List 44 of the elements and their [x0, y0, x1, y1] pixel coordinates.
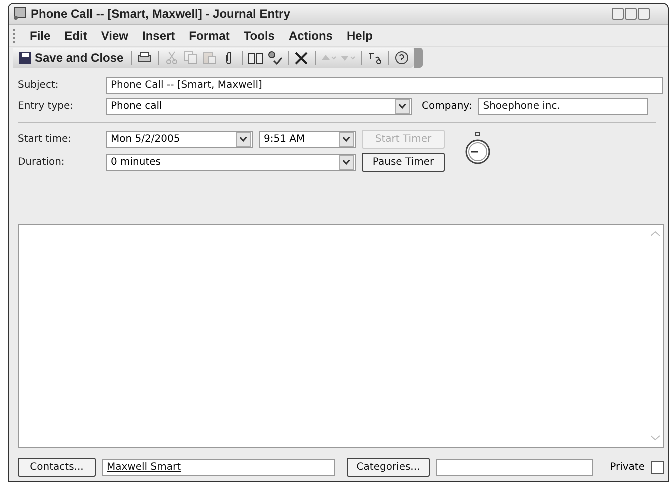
close-button[interactable]	[638, 8, 650, 20]
dropdown-button[interactable]	[339, 132, 354, 147]
chevron-down-icon	[343, 160, 350, 165]
menu-item[interactable]: Format	[182, 26, 237, 45]
field-label: Start time:	[18, 134, 73, 145]
menu-item[interactable]: Help	[340, 26, 380, 45]
save-and-close-button[interactable]: Save and Close	[17, 51, 126, 66]
chevron-down-icon	[399, 104, 406, 109]
person-check-icon[interactable]	[266, 50, 283, 66]
categories-button[interactable]: Categories...	[347, 458, 430, 477]
menu-item[interactable]: Tools	[236, 26, 282, 45]
window-title: Phone Call -- [Smart, Maxwell] - Journal Entry	[31, 6, 292, 21]
contacts-button[interactable]: Contacts...	[18, 458, 96, 477]
dropdown-button[interactable]	[236, 132, 251, 147]
duration-dropdown[interactable]: 0 minutes	[106, 154, 356, 171]
start-date-dropdown[interactable]: Mon 5/2/2005	[106, 131, 253, 148]
start-time-dropdown[interactable]: 9:51 AM	[259, 131, 356, 148]
company-field[interactable]: Shoephone inc.	[478, 98, 648, 115]
maximize-button[interactable]	[625, 8, 637, 20]
help-icon[interactable]	[394, 50, 410, 66]
menu-item[interactable]: Edit	[58, 26, 94, 45]
private-label: Private	[610, 462, 645, 473]
private-checkbox[interactable]	[651, 461, 664, 474]
field-label: Duration:	[18, 157, 66, 168]
menu-item[interactable]: Actions	[282, 26, 340, 45]
minimize-button[interactable]	[612, 8, 624, 20]
journal-icon	[13, 7, 27, 20]
menu-item[interactable]: File	[23, 26, 58, 45]
field-label: Subject:	[18, 80, 60, 91]
entry-type-dropdown[interactable]: Phone call	[106, 98, 412, 115]
field-label: Entry type:	[18, 101, 74, 112]
dropdown-button[interactable]	[339, 155, 354, 170]
subject-field[interactable]: Phone Call -- [Smart, Maxwell]	[106, 77, 663, 94]
pause-timer-button[interactable]: Pause Timer	[362, 153, 445, 172]
menu-item[interactable]: Insert	[135, 26, 182, 45]
stopwatch-icon	[465, 132, 491, 166]
contacts-field[interactable]: Maxwell Smart	[102, 459, 335, 476]
categories-field[interactable]	[436, 459, 593, 476]
chevron-down-icon	[240, 137, 247, 142]
menu-item[interactable]: View	[94, 26, 136, 45]
dropdown-button[interactable]	[395, 99, 410, 114]
field-label: Company:	[422, 101, 472, 112]
chevron-down-icon	[343, 137, 350, 142]
delete-icon[interactable]	[294, 50, 310, 66]
